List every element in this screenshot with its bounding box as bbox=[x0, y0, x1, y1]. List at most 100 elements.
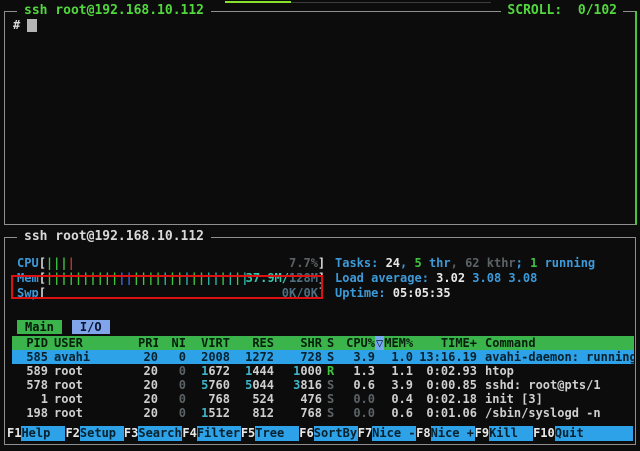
cell-s: S bbox=[322, 392, 341, 406]
cell-user: root bbox=[48, 406, 138, 420]
bottom-terminal-pane[interactable]: ssh root@192.168.10.112 CPU[||||7.7%] Me… bbox=[4, 237, 636, 445]
cpu-meter: CPU[||||7.7%] bbox=[17, 256, 325, 270]
meter-bar: | bbox=[154, 271, 161, 285]
cell-ni: 0 bbox=[158, 364, 186, 378]
text-segment: Uptime: bbox=[335, 286, 393, 300]
text-segment: thr bbox=[422, 256, 451, 270]
text-segment: 3.02 bbox=[436, 271, 472, 285]
column-header-time[interactable]: TIME+ bbox=[413, 336, 477, 350]
text-segment: Load average: bbox=[335, 271, 436, 285]
meter-label: CPU bbox=[17, 256, 39, 270]
cell-shr: 3816 bbox=[274, 378, 322, 392]
prompt-symbol: # bbox=[13, 18, 20, 32]
fnkey-f8[interactable]: F8Nice + bbox=[416, 426, 474, 441]
meter-bar: | bbox=[97, 271, 104, 285]
fnkey-number: F8 bbox=[416, 426, 430, 441]
text-segment: 672 bbox=[208, 364, 230, 378]
column-header-mem[interactable]: ▽MEM% bbox=[375, 336, 413, 350]
fnkey-label: Nice - bbox=[372, 426, 416, 441]
column-header-pid[interactable]: PID bbox=[12, 336, 48, 350]
text-segment: Tasks: bbox=[335, 256, 386, 270]
cell-shr: 476 bbox=[274, 392, 322, 406]
cell-pri: 20 bbox=[138, 350, 158, 364]
cell-pri: 20 bbox=[138, 364, 158, 378]
text-segment: 05:05:35 bbox=[393, 286, 451, 300]
fnkey-f2[interactable]: F2Setup bbox=[65, 426, 123, 441]
fnkey-f6[interactable]: F6SortBy bbox=[299, 426, 357, 441]
swap-meter: Swp[0K/0K] bbox=[17, 286, 325, 300]
fnkey-label: SortBy bbox=[314, 426, 358, 441]
top-pane-title: ssh root@192.168.10.112 bbox=[17, 4, 211, 18]
fnkey-number: F4 bbox=[182, 426, 196, 441]
fnkey-f4[interactable]: F4Filter bbox=[182, 426, 240, 441]
column-header-shr[interactable]: SHR bbox=[274, 336, 322, 350]
tab-main[interactable]: Main bbox=[17, 320, 62, 334]
meter-bar: | bbox=[75, 271, 82, 285]
fnkey-number: F10 bbox=[533, 426, 555, 441]
fnkey-number: F3 bbox=[124, 426, 138, 441]
text-segment: 0K/0K bbox=[282, 286, 318, 300]
fnkey-number: F9 bbox=[475, 426, 489, 441]
bottom-pane-title: ssh root@192.168.10.112 bbox=[17, 230, 211, 244]
tab-i-o[interactable]: I/O bbox=[72, 320, 110, 334]
text-segment: 512 bbox=[208, 406, 230, 420]
cell-s: R bbox=[322, 364, 341, 378]
load-average: Load average: 3.02 3.08 3.08 bbox=[335, 271, 537, 285]
top-edge-artifact-green bbox=[225, 1, 291, 3]
column-header-command[interactable]: Command bbox=[477, 336, 634, 350]
cell-mem: 1.0 bbox=[375, 350, 413, 364]
cell-mem: 1.1 bbox=[375, 364, 413, 378]
meter-bar: | bbox=[227, 271, 234, 285]
fnkey-f10[interactable]: F10Quit bbox=[533, 426, 633, 441]
cell-mem: 3.9 bbox=[375, 378, 413, 392]
text-segment: 62 kthr bbox=[465, 256, 516, 270]
column-header-s[interactable]: S bbox=[322, 336, 341, 350]
process-row-pid-589[interactable]: 589root200167214441000R1.31.10:02.93htop bbox=[12, 364, 634, 378]
cell-time: 0:02.93 bbox=[413, 364, 477, 378]
top-terminal-pane[interactable]: ssh root@192.168.10.112 SCROLL: 0/102 # bbox=[4, 11, 637, 225]
cell-pri: 20 bbox=[138, 406, 158, 420]
process-row-pid-198[interactable]: 198root2001512812768S0.00.60:01.06/sbin/… bbox=[12, 406, 634, 420]
cell-ni: 0 bbox=[158, 392, 186, 406]
fnkey-label: Tree bbox=[255, 426, 299, 441]
column-header-cpu[interactable]: CPU% bbox=[341, 336, 375, 350]
cell-virt: 5760 bbox=[186, 378, 230, 392]
cell-pid: 578 bbox=[12, 378, 48, 392]
text-segment: 0 bbox=[179, 364, 186, 378]
text-segment: running bbox=[537, 256, 595, 270]
process-table-header[interactable]: PIDUSERPRINIVIRTRESSHRSCPU%▽MEM%TIME+Com… bbox=[12, 336, 634, 350]
uptime: Uptime: 05:05:35 bbox=[335, 286, 451, 300]
fnkey-label: Nice + bbox=[431, 426, 475, 441]
column-header-ni[interactable]: NI bbox=[158, 336, 186, 350]
cell-s: S bbox=[322, 350, 341, 364]
fnkey-f7[interactable]: F7Nice - bbox=[358, 426, 416, 441]
meter-bar: | bbox=[60, 271, 67, 285]
process-row-pid-1[interactable]: 1root200768524476S0.00.40:02.18init [3] bbox=[12, 392, 634, 406]
shell-prompt-line[interactable]: # bbox=[13, 18, 37, 32]
process-row-pid-585[interactable]: 585avahi20020081272728S3.91.013:16.19ava… bbox=[12, 350, 634, 364]
cell-s: S bbox=[322, 378, 341, 392]
column-header-res[interactable]: RES bbox=[230, 336, 274, 350]
text-segment: 5 bbox=[414, 256, 421, 270]
column-header-pri[interactable]: PRI bbox=[138, 336, 158, 350]
cell-time: 0:02.18 bbox=[413, 392, 477, 406]
text-segment: 044 bbox=[252, 378, 274, 392]
fnkey-f9[interactable]: F9Kill bbox=[475, 426, 533, 441]
meter-bar: | bbox=[191, 271, 198, 285]
fnkey-f5[interactable]: F5Tree bbox=[241, 426, 299, 441]
fnkey-f3[interactable]: F3Search bbox=[124, 426, 182, 441]
meter-bar: | bbox=[212, 271, 219, 285]
meter-bar: | bbox=[126, 271, 133, 285]
meter-bar: | bbox=[60, 256, 67, 270]
fnkey-f1[interactable]: F1Help bbox=[7, 426, 65, 441]
cell-shr: 728 bbox=[274, 350, 322, 364]
process-row-pid-578[interactable]: 578root200576050443816S0.63.90:00.85sshd… bbox=[12, 378, 634, 392]
meter-value: 37.9M/128M bbox=[246, 271, 318, 285]
column-header-virt[interactable]: VIRT bbox=[186, 336, 230, 350]
meter-bar: | bbox=[68, 256, 75, 270]
meter-bar: | bbox=[133, 271, 140, 285]
cell-command: avahi-daemon: running bbox=[477, 350, 634, 364]
cell-virt: 768 bbox=[186, 392, 230, 406]
column-header-user[interactable]: USER bbox=[48, 336, 138, 350]
text-cursor bbox=[27, 19, 37, 32]
